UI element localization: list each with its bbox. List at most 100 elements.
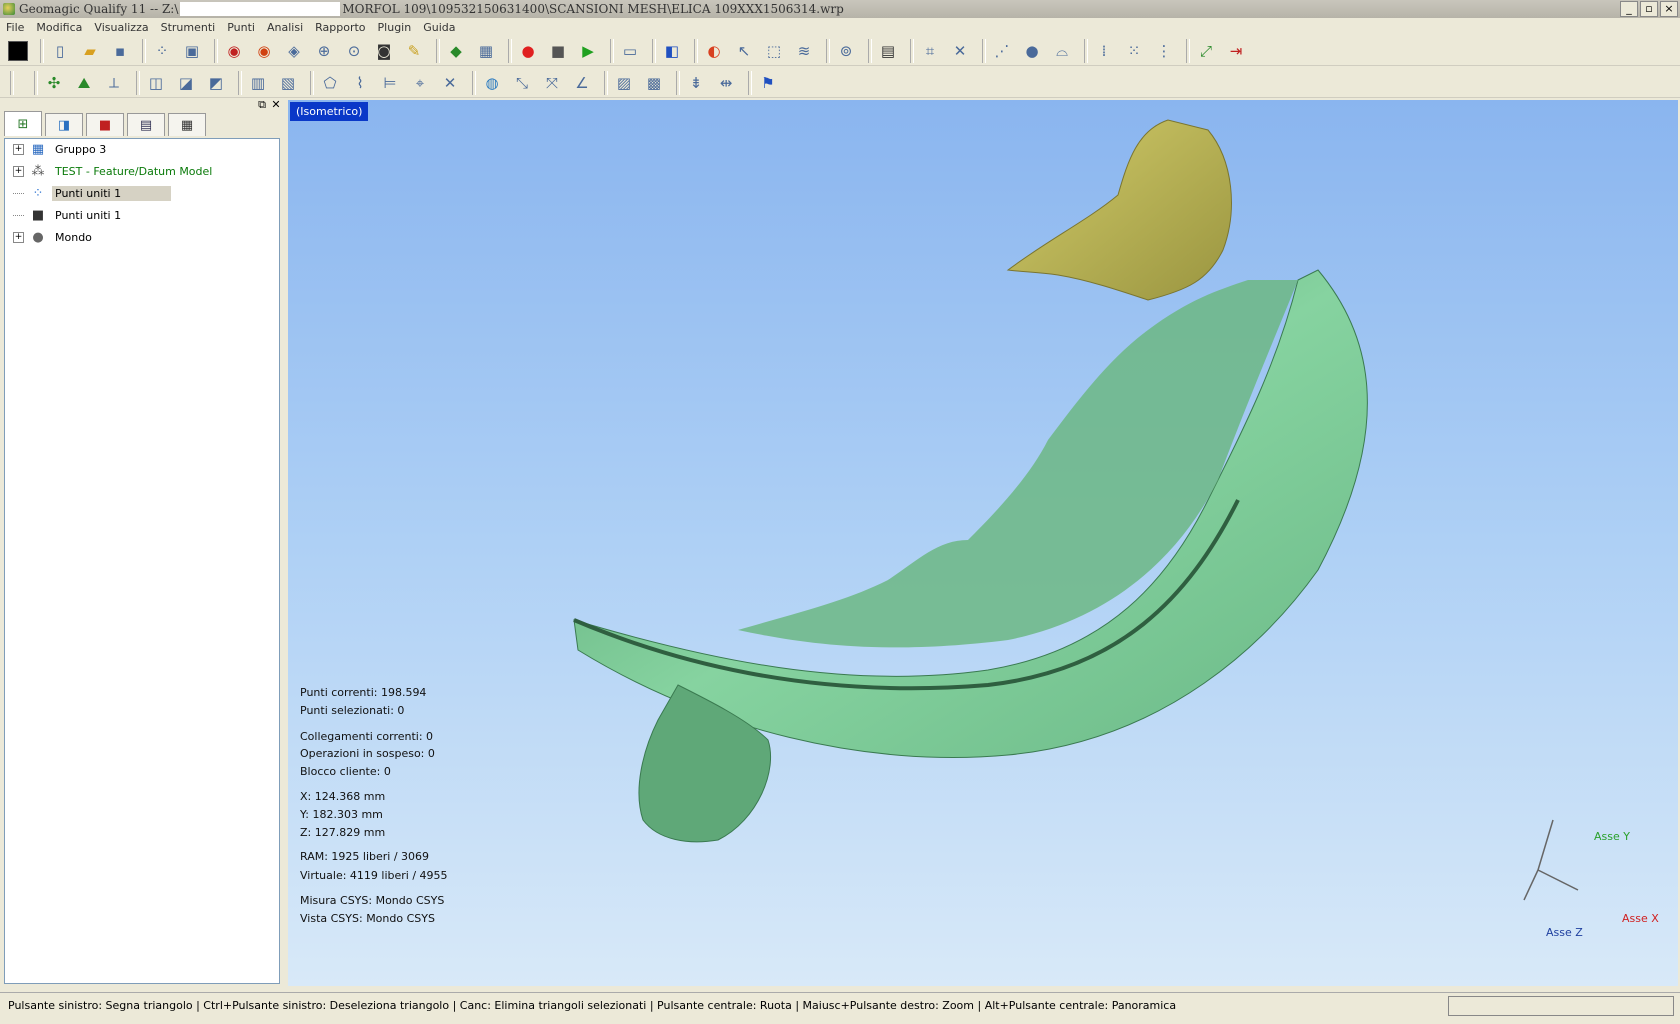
menu-plugin[interactable]: Plugin: [372, 21, 418, 34]
align-icon[interactable]: ⤢: [1194, 39, 1218, 63]
tree-item-mondo[interactable]: + ● Mondo: [5, 227, 95, 247]
printer-icon[interactable]: ▤: [876, 39, 900, 63]
menu-bar: File Modifica Visualizza Strumenti Punti…: [0, 18, 1680, 36]
info-punti-correnti: Punti correnti: 198.594: [300, 686, 427, 699]
feature-icon[interactable]: ⬠: [318, 71, 342, 95]
close-button[interactable]: ×: [1660, 1, 1678, 17]
info-vista-csys: Vista CSYS: Mondo CSYS: [300, 912, 435, 925]
angle-icon[interactable]: ∠: [570, 71, 594, 95]
faro-icon[interactable]: ⚑: [756, 71, 780, 95]
toolbar-separator: [694, 38, 698, 63]
mesh-render[interactable]: [288, 100, 1678, 986]
stop-icon[interactable]: ■: [546, 39, 570, 63]
select-points-icon[interactable]: ◆: [444, 39, 468, 63]
world-icon: ●: [32, 229, 44, 245]
menu-analisi[interactable]: Analisi: [261, 21, 309, 34]
toolbar-separator: [610, 38, 614, 63]
sample-icon[interactable]: ⁞: [1092, 39, 1116, 63]
point-tool-icon[interactable]: ✣: [42, 71, 66, 95]
section-icon[interactable]: ◫: [144, 71, 168, 95]
axis-tool-icon[interactable]: ⟂: [102, 71, 126, 95]
report-icon[interactable]: ▥: [246, 71, 270, 95]
clipboard-icon[interactable]: ▨: [612, 71, 636, 95]
model-manager-tab[interactable]: ⊞: [4, 111, 42, 136]
menu-modifica[interactable]: Modifica: [30, 21, 88, 34]
toolbar-separator: [910, 38, 914, 63]
view-cube-icon[interactable]: ◧: [660, 39, 684, 63]
close-panel-icon[interactable]: ✕: [270, 99, 282, 111]
expand-icon[interactable]: +: [13, 143, 24, 155]
tree-item-gruppo-3[interactable]: + ▦ Gruppo 3: [5, 139, 109, 159]
status-hint: Pulsante sinistro: Segna triangolo | Ctr…: [8, 998, 1177, 1012]
zoom-fit-icon[interactable]: ⊙: [342, 39, 366, 63]
3d-viewport[interactable]: (Isometrico) Punti correnti: 198.594 Pun: [288, 100, 1678, 986]
pencil-icon[interactable]: ✎: [402, 39, 426, 63]
profile-icon[interactable]: ⌇: [348, 71, 372, 95]
export-icon[interactable]: ⇥: [1224, 39, 1248, 63]
gdt-icon[interactable]: ⌖: [408, 71, 432, 95]
menu-rapporto[interactable]: Rapporto: [309, 21, 371, 34]
color-wheel-icon[interactable]: ◐: [702, 39, 726, 63]
shading-icon[interactable]: ▭: [618, 39, 642, 63]
line-sample-icon[interactable]: ⋮: [1152, 39, 1176, 63]
surface-icon[interactable]: ⌓: [1050, 39, 1074, 63]
dimension-icon[interactable]: ⊨: [378, 71, 402, 95]
mesh-tool-icon[interactable]: ⛰: [72, 71, 96, 95]
menu-punti[interactable]: Punti: [221, 21, 261, 34]
grid-tab[interactable]: ▦: [168, 113, 206, 136]
menu-file[interactable]: File: [0, 21, 30, 34]
feature-model-icon: ⁂: [31, 163, 45, 179]
report-tab[interactable]: ▤: [127, 113, 165, 136]
zoom-in-icon[interactable]: ⊕: [312, 39, 336, 63]
results-tab[interactable]: ■: [86, 113, 124, 136]
rotate-view-icon[interactable]: ◈: [282, 39, 306, 63]
tree-item-punti-uniti-mesh[interactable]: ■ Punti uniti 1: [5, 205, 124, 225]
measure-icon[interactable]: ⤧: [540, 71, 564, 95]
display-tab[interactable]: ◨: [45, 113, 83, 136]
probe-icon[interactable]: ⤡: [510, 71, 534, 95]
delete-icon[interactable]: ✕: [948, 39, 972, 63]
record-icon[interactable]: ●: [516, 39, 540, 63]
scatter-icon[interactable]: ⋰: [990, 39, 1014, 63]
layers-icon[interactable]: ≋: [792, 39, 816, 63]
box-icon[interactable]: ▣: [180, 39, 204, 63]
block-icon[interactable]: ◩: [204, 71, 228, 95]
compare-icon[interactable]: ◪: [174, 71, 198, 95]
color-picker-icon[interactable]: [6, 39, 30, 63]
settings-icon[interactable]: ▩: [642, 71, 666, 95]
restore-button[interactable]: ▫: [1640, 1, 1658, 17]
menu-visualizza[interactable]: Visualizza: [88, 21, 154, 34]
align-vertical-icon[interactable]: ⇟: [684, 71, 708, 95]
grid-sample-icon[interactable]: ⁙: [1122, 39, 1146, 63]
cross-tool-icon[interactable]: ✕: [438, 71, 462, 95]
lights-icon[interactable]: ⊚: [834, 39, 858, 63]
layout-icon[interactable]: ▦: [474, 39, 498, 63]
toolbar-separator: [142, 38, 146, 63]
new-file-icon[interactable]: ▯: [48, 39, 72, 63]
main-toolbar: ▯ ▰ ▪ ⁘ ▣ ◉ ◉ ◈ ⊕ ⊙ ◙ ✎ ◆ ▦ ● ■ ▶ ▭ ◧ ◐ …: [0, 36, 1680, 66]
save-icon[interactable]: ▪: [108, 39, 132, 63]
toolbar-separator: [652, 38, 656, 63]
tree-item-punti-uniti-points[interactable]: ⁘ Punti uniti 1: [5, 183, 172, 203]
sphere-icon[interactable]: ●: [1020, 39, 1044, 63]
play-icon[interactable]: ▶: [576, 39, 600, 63]
expand-icon[interactable]: +: [13, 231, 24, 243]
expand-icon[interactable]: +: [13, 165, 24, 177]
rect-select-icon[interactable]: ⬚: [762, 39, 786, 63]
points-icon[interactable]: ⁘: [150, 39, 174, 63]
tree-item-feature-model[interactable]: + ⁂ TEST - Feature/Datum Model: [5, 161, 215, 181]
report-edit-icon[interactable]: ▧: [276, 71, 300, 95]
camera-icon[interactable]: ◙: [372, 39, 396, 63]
align-horizontal-icon[interactable]: ⇹: [714, 71, 738, 95]
menu-strumenti[interactable]: Strumenti: [155, 21, 222, 34]
record-orange-icon[interactable]: ◉: [252, 39, 276, 63]
crop-icon[interactable]: ⌗: [918, 39, 942, 63]
minimize-button[interactable]: _: [1620, 1, 1638, 17]
globe-tool-icon[interactable]: ◍: [480, 71, 504, 95]
axis-x-label: Asse X: [1622, 912, 1659, 925]
record-red-icon[interactable]: ◉: [222, 39, 246, 63]
float-panel-icon[interactable]: ⧉: [256, 99, 268, 111]
open-file-icon[interactable]: ▰: [78, 39, 102, 63]
select-arrow-icon[interactable]: ↖: [732, 39, 756, 63]
menu-guida[interactable]: Guida: [417, 21, 461, 34]
